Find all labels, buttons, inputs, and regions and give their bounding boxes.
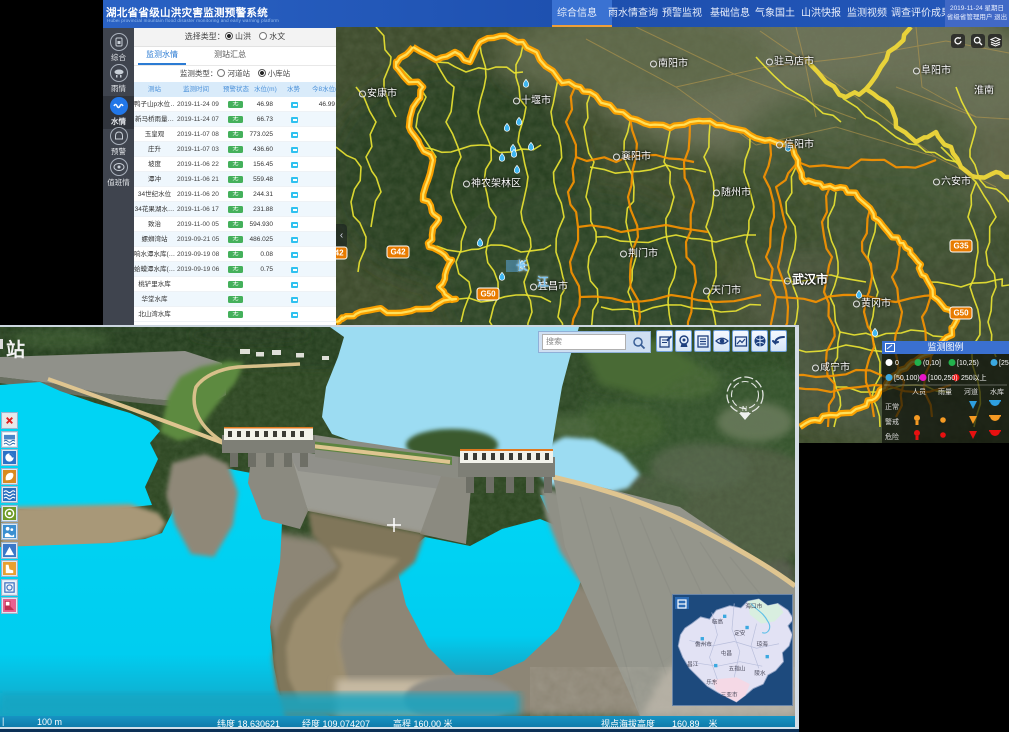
- svg-text:琼海: 琼海: [757, 640, 769, 648]
- svg-text:[50,100): [50,100): [894, 375, 920, 382]
- svg-text:屯昌: 屯昌: [721, 649, 732, 657]
- svg-text:临高: 临高: [712, 618, 724, 626]
- svg-text:陵水: 陵水: [754, 669, 766, 677]
- svg-text:[10,25): [10,25): [957, 360, 979, 367]
- svg-text:人员: 人员: [912, 388, 926, 396]
- svg-text:正常: 正常: [885, 402, 899, 411]
- svg-text:定安: 定安: [734, 629, 746, 637]
- svg-text:警戒: 警戒: [885, 417, 899, 426]
- svg-text:儋州市: 儋州市: [695, 640, 712, 648]
- svg-text:雨量: 雨量: [938, 388, 952, 396]
- svg-text:昌江: 昌江: [687, 661, 699, 668]
- svg-text:250以上: 250以上: [961, 373, 987, 382]
- svg-text:[100,250): [100,250): [928, 375, 958, 382]
- svg-text:[25,5: [25,5: [999, 360, 1009, 367]
- svg-text:河道: 河道: [964, 387, 978, 396]
- svg-text:站: 站: [6, 338, 25, 361]
- svg-text:海口市: 海口市: [745, 602, 762, 610]
- svg-text:五指山: 五指山: [729, 665, 746, 673]
- svg-text:0: 0: [895, 360, 899, 367]
- svg-text:乐东: 乐东: [706, 678, 718, 686]
- svg-text:三亚市: 三亚市: [721, 690, 738, 698]
- svg-text:N: N: [742, 406, 747, 413]
- svg-text:危险: 危险: [885, 432, 899, 441]
- svg-text:水库: 水库: [990, 387, 1004, 396]
- svg-text:(0,10]: (0,10]: [923, 360, 941, 367]
